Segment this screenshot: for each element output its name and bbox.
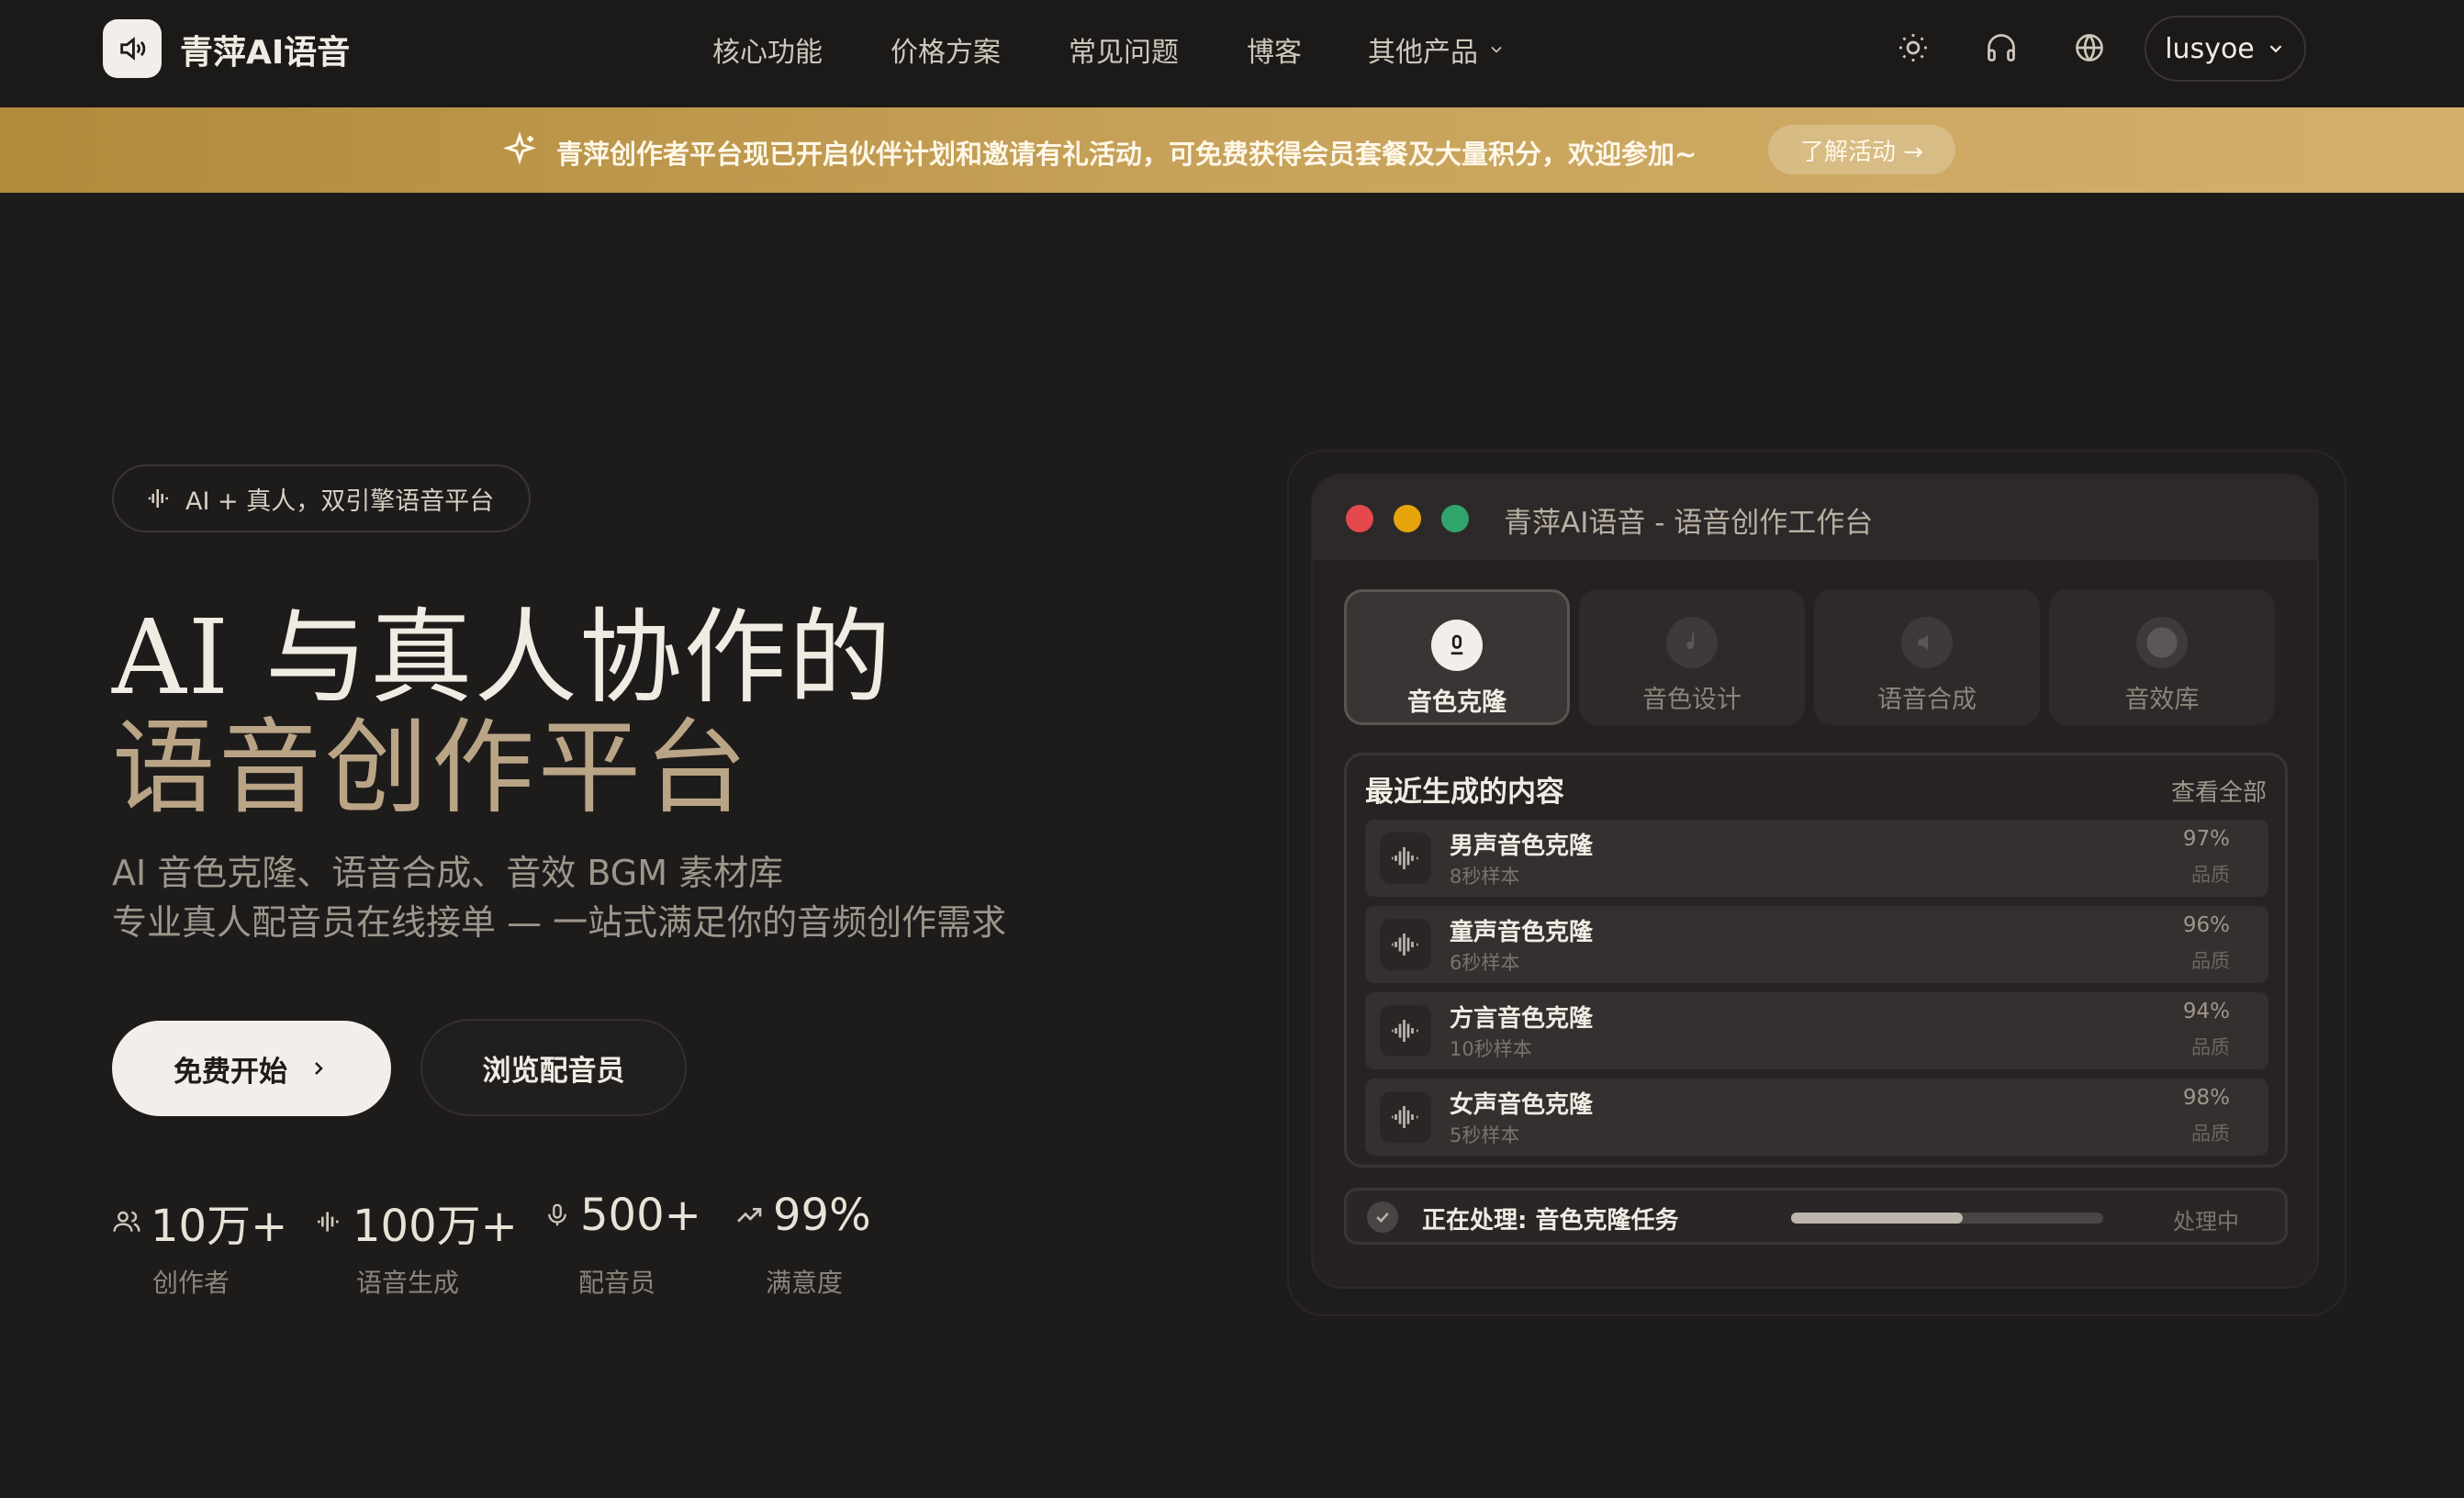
processing-status: 处理中 xyxy=(2173,1209,2239,1235)
logo-speaker-icon[interactable] xyxy=(103,19,162,78)
nav-faq[interactable]: 常见问题 xyxy=(1069,29,1179,70)
processing-text: 正在处理: 音色克隆任务 xyxy=(1422,1207,1679,1235)
recent-content-panel: 最近生成的内容 查看全部 男声音色克隆 8秒样本 97% 品质 童声音色克隆 6… xyxy=(1344,753,2288,1168)
stat-generations: 100万+ xyxy=(314,1190,518,1254)
stat-voice-actors: 500+ xyxy=(543,1190,701,1241)
tab-voice-clone-label: 音色克隆 xyxy=(1407,688,1506,717)
tab-speech-synthesis-label: 语音合成 xyxy=(1877,686,1977,714)
audio-wave-icon xyxy=(1380,1091,1431,1143)
hero-badge: AI + 真人，双引擎语音平台 xyxy=(112,464,531,532)
list-item[interactable]: 方言音色克隆 10秒样本 94% 品质 xyxy=(1365,992,2268,1069)
item-name: 男声音色克隆 xyxy=(1450,833,1594,860)
item-quality: 94% xyxy=(2182,1000,2230,1023)
stat-satisfaction: 99% xyxy=(734,1190,871,1241)
nav-pricing[interactable]: 价格方案 xyxy=(890,29,1001,70)
browse-voice-actors-button[interactable]: 浏览配音员 xyxy=(420,1019,687,1116)
item-quality-label: 品质 xyxy=(2191,950,2230,972)
tab-speech-synthesis[interactable]: 语音合成 xyxy=(1814,589,2040,725)
users-icon xyxy=(113,1211,140,1232)
list-item[interactable]: 女声音色克隆 5秒样本 98% 品质 xyxy=(1365,1079,2268,1156)
stat-creators-value: 10万+ xyxy=(151,1201,288,1252)
tab-sound-library-label: 音效库 xyxy=(2124,686,2200,714)
stat-creators: 10万+ xyxy=(112,1190,287,1254)
trend-up-icon xyxy=(737,1208,762,1223)
item-quality: 98% xyxy=(2182,1086,2230,1110)
audio-wave-icon xyxy=(1380,833,1431,884)
stat-generations-label: 语音生成 xyxy=(356,1268,460,1298)
free-start-label: 免费开始 xyxy=(174,1055,287,1089)
progress-bar xyxy=(1791,1213,2103,1224)
user-menu-button[interactable]: lusyoe xyxy=(2145,16,2306,82)
item-quality: 96% xyxy=(2182,913,2230,937)
item-sample: 5秒样本 xyxy=(1450,1124,1520,1146)
nav-blog[interactable]: 博客 xyxy=(1247,29,1302,70)
item-name: 童声音色克隆 xyxy=(1450,919,1594,946)
sparkle-icon xyxy=(502,131,537,165)
hero-badge-text: AI + 真人，双引擎语音平台 xyxy=(185,486,495,516)
item-sample: 6秒样本 xyxy=(1450,952,1520,974)
tab-voice-clone[interactable]: 音色克隆 xyxy=(1344,589,1570,725)
music-note-icon xyxy=(1666,617,1718,668)
audio-wave-icon xyxy=(1380,919,1431,970)
theme-sun-icon[interactable] xyxy=(1893,28,1933,68)
item-quality-label: 品质 xyxy=(2191,1123,2230,1145)
learn-activity-button[interactable]: 了解活动 → xyxy=(1768,125,1955,174)
waveform-icon xyxy=(148,489,168,508)
check-icon xyxy=(1367,1202,1398,1233)
tab-voice-design-label: 音色设计 xyxy=(1642,686,1742,714)
nav-other-products-label: 其他产品 xyxy=(1368,37,1478,69)
top-nav-bar: 青萍AI语音 核心功能 价格方案 常见问题 博客 其他产品 lusyoe xyxy=(0,0,2464,108)
username: lusyoe xyxy=(2165,32,2255,65)
stat-generations-value: 100万+ xyxy=(353,1201,518,1252)
stat-satisfaction-label: 满意度 xyxy=(766,1268,844,1298)
processing-status-bar: 正在处理: 音色克隆任务 处理中 xyxy=(1344,1188,2288,1245)
free-start-button[interactable]: 免费开始 xyxy=(112,1021,391,1116)
item-sample: 10秒样本 xyxy=(1450,1038,1532,1060)
window-close-dot[interactable] xyxy=(1346,505,1373,532)
nav-features[interactable]: 核心功能 xyxy=(712,29,823,70)
window-titlebar: 青萍AI语音 - 语音创作工作台 xyxy=(1313,475,2317,560)
item-quality-label: 品质 xyxy=(2191,864,2230,886)
chevron-down-icon xyxy=(1491,46,1502,53)
window-maximize-dot[interactable] xyxy=(1441,505,1469,532)
workbench-title: 青萍AI语音 - 语音创作工作台 xyxy=(1504,507,1874,540)
item-sample: 8秒样本 xyxy=(1450,866,1520,888)
hero-subtitle-line1: AI 音色克隆、语音合成、音效 BGM 素材库 xyxy=(112,853,784,893)
stat-voice-actors-label: 配音员 xyxy=(578,1268,656,1298)
mic-icon xyxy=(548,1203,566,1226)
mic-icon xyxy=(1431,620,1483,671)
view-all-link[interactable]: 查看全部 xyxy=(2171,774,2267,808)
stat-satisfaction-value: 99% xyxy=(773,1190,871,1241)
disc-icon xyxy=(2136,617,2188,668)
list-item[interactable]: 童声音色克隆 6秒样本 96% 品质 xyxy=(1365,906,2268,983)
chevron-down-icon xyxy=(2269,45,2282,53)
item-quality: 97% xyxy=(2182,827,2230,851)
speaker-icon xyxy=(1901,617,1953,668)
audio-wave-icon xyxy=(1380,1005,1431,1056)
workbench-window: 青萍AI语音 - 语音创作工作台 音色克隆 音色设计 语音合成 音效库 最近生成… xyxy=(1311,474,2319,1289)
item-name: 女声音色克隆 xyxy=(1450,1091,1594,1119)
tab-sound-library[interactable]: 音效库 xyxy=(2049,589,2275,725)
hero-title-line2: 语音创作平台 xyxy=(112,709,751,828)
nav-other-products[interactable]: 其他产品 xyxy=(1368,29,1506,70)
logo-text[interactable]: 青萍AI语音 xyxy=(180,26,350,73)
item-quality-label: 品质 xyxy=(2191,1036,2230,1058)
list-item[interactable]: 男声音色克隆 8秒样本 97% 品质 xyxy=(1365,820,2268,897)
hero-subtitle-line2: 专业真人配音员在线接单 — 一站式满足你的音频创作需求 xyxy=(112,902,1007,943)
stat-creators-label: 创作者 xyxy=(152,1268,230,1298)
progress-fill xyxy=(1791,1213,1963,1224)
headphones-icon[interactable] xyxy=(1981,28,2022,68)
chevron-right-icon xyxy=(315,1062,323,1075)
recent-title: 最近生成的内容 xyxy=(1365,776,1564,809)
waveform-icon xyxy=(318,1212,339,1232)
item-name: 方言音色克隆 xyxy=(1450,1005,1594,1033)
banner-text: 青萍创作者平台现已开启伙伴计划和邀请有礼活动，可免费获得会员套餐及大量积分，欢迎… xyxy=(556,139,1697,170)
window-minimize-dot[interactable] xyxy=(1394,505,1421,532)
globe-icon[interactable] xyxy=(2069,28,2110,68)
stat-voice-actors-value: 500+ xyxy=(580,1190,701,1241)
tab-voice-design[interactable]: 音色设计 xyxy=(1579,589,1805,725)
promo-banner: 青萍创作者平台现已开启伙伴计划和邀请有礼活动，可免费获得会员套餐及大量积分，欢迎… xyxy=(0,107,2464,193)
